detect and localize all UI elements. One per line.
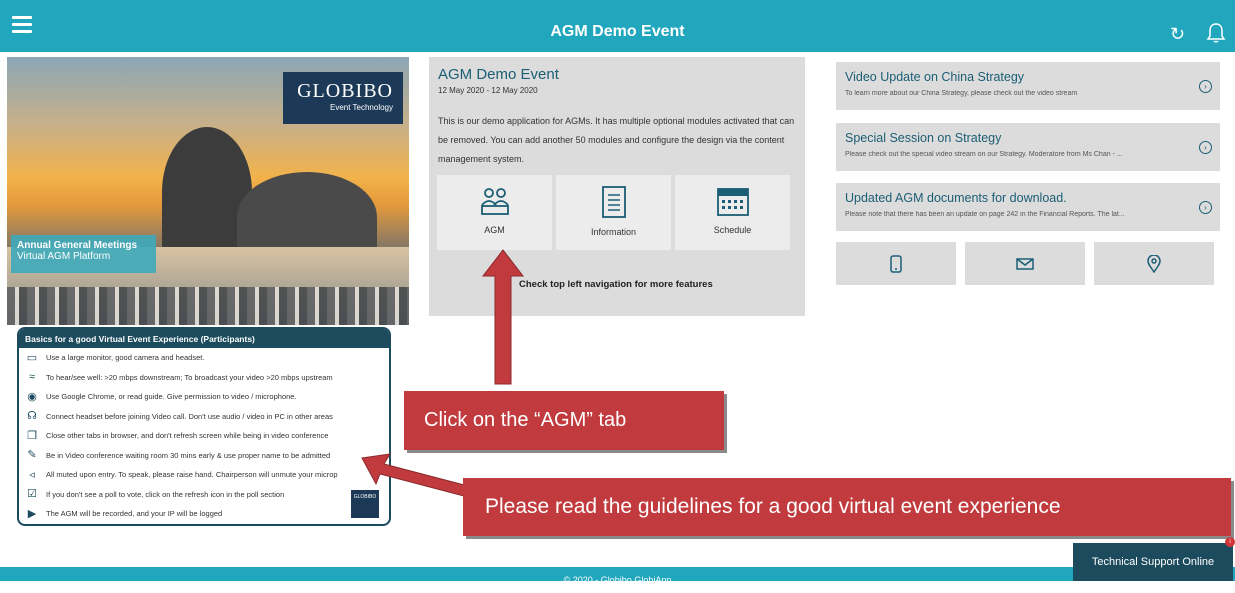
callout-guidelines: Please read the guidelines for a good vi… [463, 478, 1231, 536]
news-item[interactable]: Updated AGM documents for download. Plea… [836, 183, 1220, 231]
location-button[interactable] [1094, 242, 1214, 285]
arrow-up-annotation [481, 249, 525, 385]
callout-agm-tab: Click on the “AGM” tab [404, 391, 724, 450]
guideline-text: Close other tabs in browser, and don't r… [46, 431, 329, 441]
tile-label: AGM [484, 225, 505, 235]
news-title: Special Session on Strategy [845, 131, 1002, 145]
support-label: Technical Support Online [1091, 556, 1215, 568]
bell-icon[interactable] [1206, 22, 1226, 44]
hero-band: Annual General Meetings Virtual AGM Plat… [11, 235, 156, 273]
notification-badge: i [1225, 537, 1235, 547]
guideline-item: ☑ If you don't see a poll to vote, click … [19, 485, 389, 505]
mute-icon: ◃ [29, 468, 35, 481]
guideline-text: If you don't see a poll to vote, click o… [46, 489, 285, 499]
mail-button[interactable] [965, 242, 1085, 285]
news-title: Updated AGM documents for download. [845, 191, 1067, 205]
edit-icon: ✎ [27, 449, 37, 462]
calendar-icon [716, 188, 749, 216]
city-shape [7, 287, 409, 325]
contact-actions [836, 242, 1214, 285]
hero-band-title: Annual General Meetings [17, 240, 138, 251]
headset-icon: ☊ [27, 410, 37, 423]
page-title: AGM Demo Event [550, 23, 685, 40]
phone-icon [890, 254, 902, 273]
wifi-icon: ≈ [28, 371, 36, 384]
logo-brand: GLOBIBO [297, 80, 393, 102]
navigation-hint: Check top left navigation for more featu… [519, 279, 713, 290]
guideline-item: ✎ Be in Video conference waiting room 30 … [19, 446, 389, 466]
tabs-icon: ❐ [27, 429, 37, 442]
top-bar: AGM Demo Event ↻ [0, 0, 1235, 52]
guideline-text: All muted upon entry. To speak, please r… [46, 470, 338, 480]
people-icon [480, 188, 509, 215]
news-item[interactable]: Video Update on China Strategy To learn … [836, 62, 1220, 110]
footer: © 2020 - Globibo GlobiApp [0, 567, 1235, 585]
document-icon [601, 186, 626, 218]
guideline-item: ◃ All muted upon entry. To speak, please … [19, 465, 389, 485]
hero-band-subtitle: Virtual AGM Platform [17, 251, 111, 262]
news-desc: To learn more about our China Strategy, … [845, 90, 1078, 97]
tile-label: Information [590, 227, 637, 237]
guideline-text: Use a large monitor, good camera and hea… [46, 353, 205, 363]
tile-label: Schedule [713, 225, 752, 235]
guideline-item: ❐ Close other tabs in browser, and don't … [19, 426, 389, 446]
mail-icon [1016, 257, 1034, 270]
guidelines-title: Basics for a good Virtual Event Experien… [19, 329, 389, 348]
chrome-icon: ◉ [27, 390, 37, 403]
news-item[interactable]: Special Session on Strategy Please check… [836, 123, 1220, 171]
event-title: AGM Demo Event [438, 66, 559, 83]
camera-icon: ▶ [27, 507, 37, 520]
technical-support-button[interactable]: Technical Support Online i [1073, 537, 1235, 581]
guideline-text: To hear/see well: >20 mbps downstream; T… [46, 372, 333, 382]
guideline-item: ▶ The AGM will be recorded, and your IP w… [19, 504, 389, 524]
refresh-icon[interactable]: ↻ [1170, 24, 1185, 45]
news-desc: Please note that there has been an updat… [845, 211, 1125, 218]
guideline-text: Be in Video conference waiting room 30 m… [46, 450, 331, 460]
guideline-item: ◉ Use Google Chrome, or read guide. Give … [19, 387, 389, 407]
poll-icon: ☑ [27, 488, 37, 501]
guideline-text: Connect headset before joining Video cal… [46, 411, 333, 421]
event-description: This is our demo application for AGMs. I… [438, 116, 795, 164]
news-desc: Please check out the special video strea… [845, 151, 1123, 158]
event-date: 12 May 2020 - 12 May 2020 [438, 86, 538, 95]
globibo-logo: GLOBIBO Event Technology [283, 72, 403, 124]
guideline-item: ☊ Connect headset before joining Video ca… [19, 407, 389, 427]
guideline-item: ≈ To hear/see well: >20 mbps downstream; … [19, 368, 389, 388]
arrow-left-annotation [361, 453, 469, 497]
tile-agm[interactable]: AGM [437, 175, 552, 250]
chevron-right-icon[interactable]: › [1199, 201, 1212, 214]
module-tiles: AGM Information Schedule [437, 175, 790, 250]
location-icon [1147, 254, 1161, 273]
logo-sub: Event Technology [329, 103, 393, 112]
guideline-text: Use Google Chrome, or read guide. Give p… [46, 392, 297, 402]
hero-image: GLOBIBO Event Technology Annual General … [7, 57, 409, 325]
chevron-right-icon[interactable]: › [1199, 141, 1212, 154]
tile-schedule[interactable]: Schedule [675, 175, 790, 250]
guideline-item: ▭ Use a large monitor, good camera and he… [19, 348, 389, 368]
monitor-icon: ▭ [26, 351, 38, 364]
phone-button[interactable] [836, 242, 956, 285]
guidelines-panel: Basics for a good Virtual Event Experien… [17, 327, 391, 526]
chevron-right-icon[interactable]: › [1199, 80, 1212, 93]
guideline-text: The AGM will be recorded, and your IP wi… [46, 509, 223, 519]
tile-information[interactable]: Information [556, 175, 671, 250]
news-title: Video Update on China Strategy [845, 70, 1025, 84]
